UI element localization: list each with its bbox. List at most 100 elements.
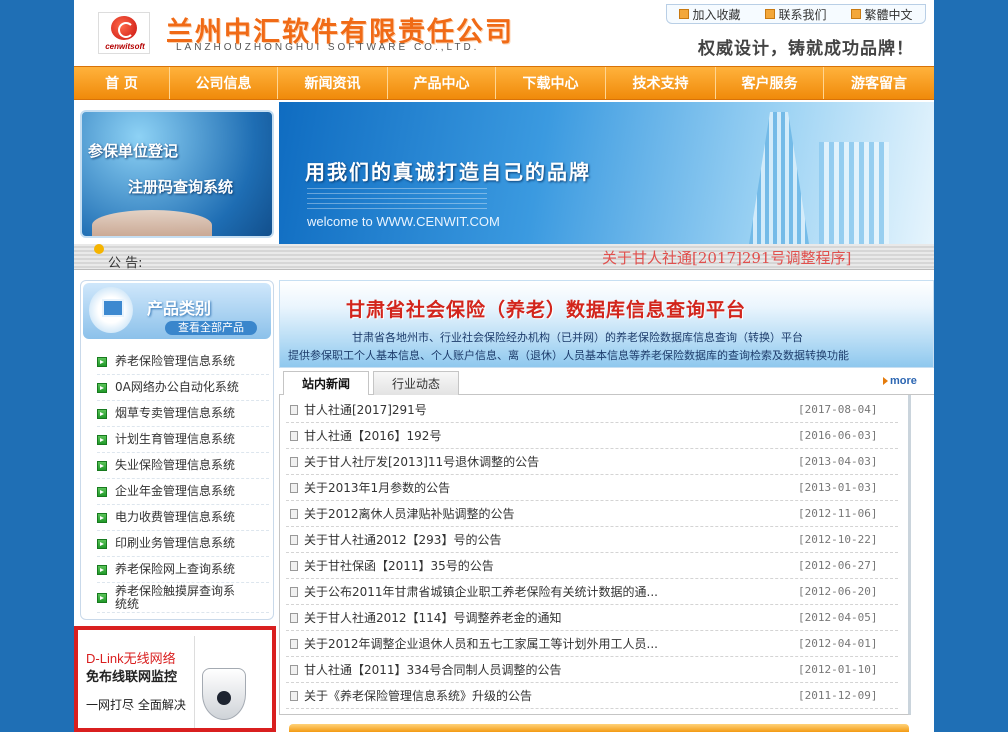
news-title: 关于甘人社通2012【293】号的公告 [304, 533, 502, 547]
news-row[interactable]: 关于甘人社通2012【114】号调整养老金的通知 [2012-04-05] [286, 605, 898, 631]
more-link[interactable]: more [883, 375, 917, 387]
category-item[interactable]: 烟草专卖管理信息系统 [97, 401, 269, 427]
bookmark-link[interactable]: 加入收藏 [679, 6, 741, 23]
news-tabs: 站内新闻 行业动态 more [279, 371, 934, 396]
news-title: 关于甘人社厅发[2013]11号退休调整的公告 [304, 455, 540, 469]
notice-bell-icon [94, 244, 104, 254]
traditional-chinese-link[interactable]: 繁體中文 [851, 6, 913, 23]
computer-icon [89, 287, 133, 333]
category-item[interactable]: 印刷业务管理信息系统 [97, 531, 269, 557]
ad-line2: 免布线联网监控 [86, 670, 178, 685]
category-title: 产品类别 [147, 299, 212, 318]
hand-graphic-icon [92, 210, 212, 236]
hero-slogan: 用我们的真诚打造自己的品牌 [305, 160, 591, 184]
skyscraper-graphic-icon [749, 112, 809, 244]
arrow-bullet-icon [97, 434, 107, 445]
ad-line1: D-Link无线网络 [86, 651, 176, 666]
news-row[interactable]: 甘人社通[2017]291号 [2017-08-04] [286, 397, 898, 423]
notice-bar: 公 告: 关于甘人社通[2017]291号调整程序] [74, 244, 934, 271]
news-row[interactable]: 关于甘人社厅发[2013]11号退休调整的公告 [2013-04-03] [286, 449, 898, 475]
nav-guestbook[interactable]: 游客留言 [824, 67, 934, 99]
ad-divider [194, 636, 195, 728]
document-icon [290, 508, 298, 519]
category-item[interactable]: 企业年金管理信息系统 [97, 479, 269, 505]
company-logo[interactable]: cenwitsoft [98, 12, 150, 54]
nav-company[interactable]: 公司信息 [170, 67, 278, 99]
news-date: [2012-06-20] [798, 585, 878, 598]
category-item[interactable]: 计划生育管理信息系统 [97, 427, 269, 453]
arrow-bullet-icon [97, 382, 107, 393]
promo-line1: 参保单位登记 [88, 142, 179, 160]
news-title: 关于2012年调整企业退休人员和五七工家属工等计划外用工人员... [304, 637, 658, 651]
news-row[interactable]: 关于公布2011年甘肃省城镇企业职工养老保险有关统计数据的通... [2012-0… [286, 579, 898, 605]
news-row[interactable]: 甘人社通【2016】192号 [2016-06-03] [286, 423, 898, 449]
news-date: [2017-08-04] [798, 403, 878, 416]
nav-products[interactable]: 产品中心 [388, 67, 496, 99]
bookmark-icon [679, 9, 690, 19]
document-icon [290, 482, 298, 493]
arrow-bullet-icon [97, 592, 107, 603]
document-icon [290, 456, 298, 467]
nav-news[interactable]: 新闻资讯 [278, 67, 388, 99]
category-item[interactable]: 养老保险网上查询系统 [97, 557, 269, 583]
header-slogan: 权威设计，铸就成功品牌！ [698, 39, 914, 59]
news-title: 关于《养老保险管理信息系统》升级的公告 [304, 689, 533, 703]
tab-industry-news[interactable]: 行业动态 [373, 371, 459, 395]
notice-label: 公 告: [108, 256, 143, 271]
top-links: 加入收藏 联系我们 繁體中文 [666, 4, 926, 24]
news-date: [2011-12-09] [798, 689, 878, 702]
more-arrow-icon [883, 377, 888, 385]
news-title: 关于2013年1月参数的公告 [304, 481, 451, 495]
news-date: [2012-01-10] [798, 663, 878, 676]
news-title: 关于甘人社通2012【114】号调整养老金的通知 [304, 611, 562, 625]
arrow-bullet-icon [97, 512, 107, 523]
category-item[interactable]: 养老保险触摸屏查询系统统 [97, 583, 269, 613]
arrow-bullet-icon [97, 564, 107, 575]
data-query-platform-banner[interactable]: 甘肃省社会保险（养老）数据库信息查询平台 甘肃省各地州市、行业社会保险经办机构（… [279, 280, 934, 368]
news-title: 甘人社通【2016】192号 [304, 429, 442, 443]
page: cenwitsoft 兰州中汇软件有限责任公司 LANZHOUZHONGHUI … [74, 0, 934, 732]
arrow-bullet-icon [97, 460, 107, 471]
nav-service[interactable]: 客户服务 [716, 67, 824, 99]
news-title: 关于甘社保函【2011】35号的公告 [304, 559, 494, 573]
ad-line3: 一网打尽 全面解决 [86, 698, 186, 712]
news-row[interactable]: 关于《养老保险管理信息系统》升级的公告 [2011-12-09] [286, 683, 898, 709]
bottom-panel-edge [289, 724, 909, 732]
contact-link[interactable]: 联系我们 [765, 6, 827, 23]
document-icon [290, 638, 298, 649]
news-date: [2012-04-01] [798, 637, 878, 650]
registration-query-banner[interactable]: 参保单位登记 注册码查询系统 [80, 110, 274, 238]
tab-site-news[interactable]: 站内新闻 [283, 371, 369, 396]
news-row[interactable]: 甘人社通【2011】334号合同制人员调整的公告 [2012-01-10] [286, 657, 898, 683]
news-list: 甘人社通[2017]291号 [2017-08-04] 甘人社通【2016】192号… [286, 397, 898, 709]
news-date: [2012-10-22] [798, 533, 878, 546]
view-all-products-button[interactable]: 查看全部产品 [165, 321, 257, 335]
nav-home[interactable]: 首 页 [74, 67, 170, 99]
category-item[interactable]: 养老保险管理信息系统 [97, 349, 269, 375]
dlink-ad-banner[interactable]: D-Link无线网络 免布线联网监控 一网打尽 全面解决 [74, 626, 276, 732]
news-row[interactable]: 关于2013年1月参数的公告 [2013-01-03] [286, 475, 898, 501]
arrow-bullet-icon [97, 486, 107, 497]
hero-welcome: welcome to WWW.CENWIT.COM [307, 214, 500, 229]
contact-icon [765, 9, 776, 19]
document-icon [290, 664, 298, 675]
news-row[interactable]: 关于2012离休人员津贴补贴调整的公告 [2012-11-06] [286, 501, 898, 527]
promo-line2: 注册码查询系统 [128, 178, 234, 196]
platform-title: 甘肃省社会保险（养老）数据库信息查询平台 [346, 299, 747, 321]
category-item[interactable]: 失业保险管理信息系统 [97, 453, 269, 479]
news-title: 甘人社通【2011】334号合同制人员调整的公告 [304, 663, 562, 677]
logo-emblem-icon [111, 16, 137, 40]
nav-download[interactable]: 下载中心 [496, 67, 606, 99]
news-row[interactable]: 关于2012年调整企业退休人员和五七工家属工等计划外用工人员... [2012-0… [286, 631, 898, 657]
news-row[interactable]: 关于甘人社通2012【293】号的公告 [2012-10-22] [286, 527, 898, 553]
news-date: [2016-06-03] [798, 429, 878, 442]
logo-subtext: cenwitsoft [105, 42, 145, 51]
nav-support[interactable]: 技术支持 [606, 67, 716, 99]
news-panel: 甘人社通[2017]291号 [2017-08-04] 甘人社通【2016】192号… [279, 395, 911, 715]
company-name-en: LANZHOUZHONGHUI SOFTWARE CO.,LTD. [176, 42, 480, 53]
notice-marquee-link[interactable]: 关于甘人社通[2017]291号调整程序] [602, 247, 851, 268]
security-camera-icon [202, 668, 246, 720]
news-row[interactable]: 关于甘社保函【2011】35号的公告 [2012-06-27] [286, 553, 898, 579]
category-item[interactable]: 电力收费管理信息系统 [97, 505, 269, 531]
category-item[interactable]: 0A网络办公自动化系统 [97, 375, 269, 401]
